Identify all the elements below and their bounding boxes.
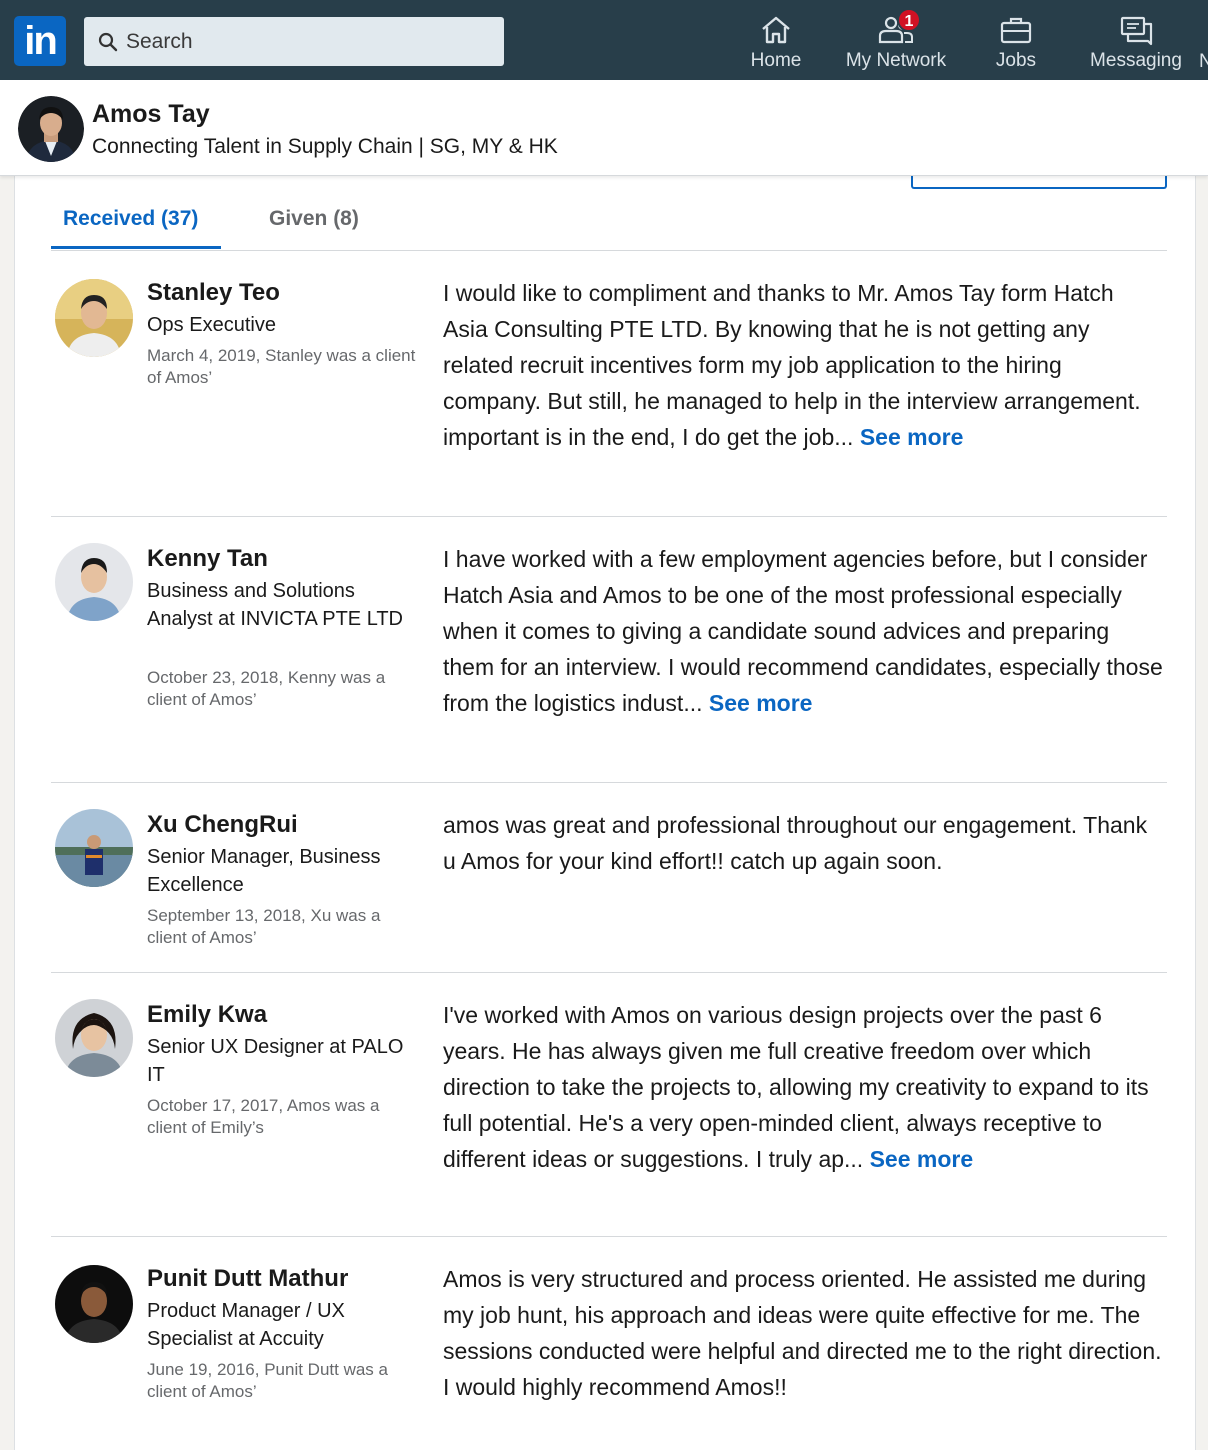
recommendation-meta: October 17, 2017, Amos was a client of E…	[147, 1096, 380, 1137]
profile-headline: Connecting Talent in Supply Chain | SG, …	[92, 135, 558, 158]
recommender-title: Senior Manager, Business Excellence	[147, 846, 381, 896]
recommendation-body: amos was great and professional througho…	[443, 812, 1148, 874]
recommender-name[interactable]: Stanley Teo	[147, 279, 280, 307]
see-more-link[interactable]: See more	[870, 1146, 974, 1172]
nav-jobs[interactable]: Jobs	[986, 14, 1046, 74]
recommendation-meta: June 19, 2016, Punit Dutt was a client o…	[147, 1360, 388, 1401]
recommender-avatar[interactable]	[55, 809, 133, 887]
recommendation-item: Punit Dutt Mathur Product Manager / UX S…	[51, 1237, 1167, 1450]
home-icon	[762, 16, 790, 44]
profile-avatar[interactable]	[18, 96, 84, 162]
recommender-avatar[interactable]	[55, 279, 133, 357]
recommender-avatar[interactable]	[55, 543, 133, 621]
nav-messaging[interactable]: Messaging	[1084, 14, 1188, 74]
recommendation-text: I've worked with Amos on various design …	[443, 997, 1163, 1177]
active-tab-indicator	[51, 246, 221, 249]
recommendation-meta: March 4, 2019, Stanley was a client of A…	[147, 346, 416, 387]
recommendations-card: Received (37) Given (8) Stanley Teo Ops …	[14, 167, 1196, 1450]
recommendation-meta: September 13, 2018, Xu was a client of A…	[147, 906, 381, 947]
recommender-avatar[interactable]	[55, 1265, 133, 1343]
search-icon	[98, 32, 118, 52]
tab-given[interactable]: Given (8)	[269, 207, 359, 231]
recommendation-body: Amos is very structured and process orie…	[443, 1266, 1162, 1400]
recommender-name[interactable]: Punit Dutt Mathur	[147, 1265, 348, 1293]
recommendation-body: I would like to compliment and thanks to…	[443, 280, 1141, 450]
recommender-title: Business and Solutions Analyst at INVICT…	[147, 580, 403, 630]
messaging-icon	[1120, 16, 1153, 46]
recommendation-meta: October 23, 2018, Kenny was a client of …	[147, 668, 386, 709]
recommendation-text: amos was great and professional througho…	[443, 807, 1163, 879]
recommender-title: Product Manager / UX Specialist at Accui…	[147, 1300, 345, 1350]
top-navigation-bar: in Home 1 My Network Jobs	[0, 0, 1208, 80]
nav-overflow-item[interactable]: N	[1199, 51, 1208, 73]
recommendation-text: I have worked with a few employment agen…	[443, 541, 1163, 721]
search-input[interactable]	[126, 25, 486, 58]
recommender-name[interactable]: Kenny Tan	[147, 545, 268, 573]
recommendation-item: Kenny Tan Business and Solutions Analyst…	[51, 517, 1167, 783]
recommendation-item: Xu ChengRui Senior Manager, Business Exc…	[51, 783, 1167, 973]
recommender-title: Senior UX Designer at PALO IT	[147, 1036, 404, 1086]
search-box[interactable]	[84, 17, 504, 66]
recommender-title: Ops Executive	[147, 314, 276, 336]
briefcase-icon	[1000, 17, 1032, 44]
recommendations-tabs: Received (37) Given (8)	[51, 171, 1167, 251]
nav-my-network-label: My Network	[845, 50, 947, 71]
linkedin-logo[interactable]: in	[14, 16, 66, 66]
recommendation-item: Emily Kwa Senior UX Designer at PALO IT …	[51, 973, 1167, 1237]
notification-badge: 1	[897, 8, 921, 32]
nav-my-network[interactable]: 1 My Network	[840, 8, 952, 74]
recommendation-body: I've worked with Amos on various design …	[443, 1002, 1149, 1172]
recommendation-item: Stanley Teo Ops Executive March 4, 2019,…	[51, 251, 1167, 517]
recommendation-text: Amos is very structured and process orie…	[443, 1261, 1163, 1405]
see-more-link[interactable]: See more	[860, 424, 964, 450]
nav-home-label: Home	[750, 50, 802, 71]
recommender-avatar[interactable]	[55, 999, 133, 1077]
profile-name[interactable]: Amos Tay	[92, 100, 210, 129]
nav-messaging-label: Messaging	[1090, 50, 1182, 71]
nav-home[interactable]: Home	[746, 14, 806, 74]
profile-sticky-header: Amos Tay Connecting Talent in Supply Cha…	[0, 80, 1208, 176]
recommender-name[interactable]: Xu ChengRui	[147, 811, 298, 839]
recommender-name[interactable]: Emily Kwa	[147, 1001, 267, 1029]
nav-jobs-label: Jobs	[995, 50, 1037, 71]
see-more-link[interactable]: See more	[709, 690, 813, 716]
recommendation-text: I would like to compliment and thanks to…	[443, 275, 1163, 455]
tab-received[interactable]: Received (37)	[63, 207, 198, 231]
